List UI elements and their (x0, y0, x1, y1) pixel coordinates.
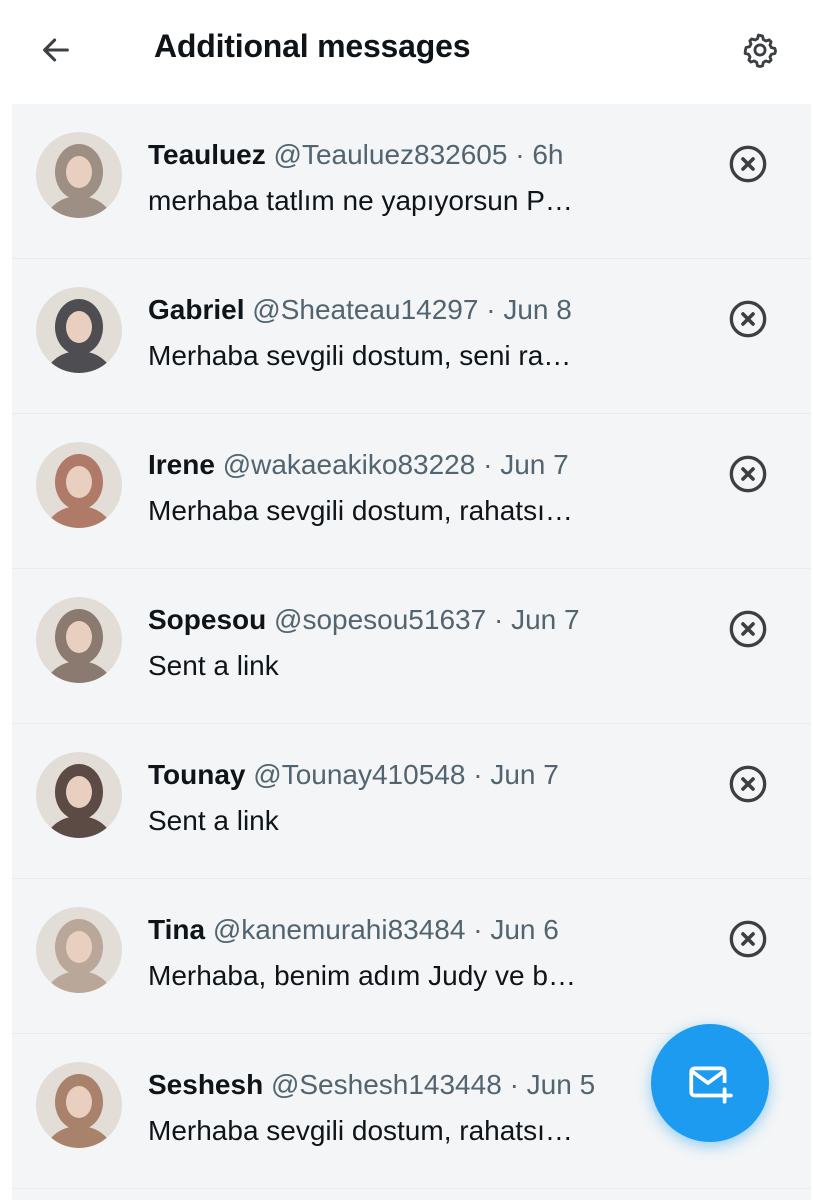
new-message-button[interactable] (651, 1024, 769, 1142)
conversation-header: Gabriel @Sheateau14297 · Jun 8 (148, 293, 572, 327)
conversation-header: Seshesh @Seshesh143448 · Jun 5 (148, 1068, 595, 1102)
message-preview: Merhaba sevgili dostum, rahatsı… (148, 495, 573, 526)
conversation-row[interactable]: Gabriel @Sheateau14297 · Jun 8 Merhaba s… (12, 259, 811, 414)
separator-dot: · (509, 1069, 519, 1100)
dismiss-button[interactable] (720, 291, 776, 347)
avatar-image (36, 752, 122, 838)
sender-handle: @Seshesh143448 (270, 1069, 502, 1100)
avatar[interactable] (36, 287, 122, 373)
conversation-header: Teauluez @Teauluez832605 · 6h (148, 138, 564, 172)
arrow-left-icon (43, 38, 69, 62)
new-message-icon (689, 1066, 733, 1104)
timestamp: Jun 8 (503, 294, 572, 325)
dismiss-button[interactable] (720, 446, 776, 502)
avatar-image (36, 597, 122, 683)
avatar-image (36, 132, 122, 218)
avatar-image (36, 442, 122, 528)
avatar[interactable] (36, 442, 122, 528)
close-circle-icon (729, 145, 767, 183)
message-preview: Sent a link (148, 805, 279, 836)
close-circle-icon (729, 765, 767, 803)
avatar[interactable] (36, 132, 122, 218)
message-preview: Merhaba sevgili dostum, rahatsı… (148, 1115, 573, 1146)
conversation-row[interactable]: Teauluez @Teauluez832605 · 6h merhaba ta… (12, 104, 811, 259)
sender-handle: @kanemurahi83484 (212, 914, 466, 945)
separator-dot: · (515, 139, 525, 170)
message-preview: Merhaba sevgili dostum, seni ra… (148, 340, 572, 371)
avatar[interactable] (36, 907, 122, 993)
avatar-image (36, 287, 122, 373)
sender-handle: @Tounay410548 (253, 759, 466, 790)
sender-name: Teauluez (148, 139, 266, 170)
message-preview: Merhaba, benim adım Judy ve b… (148, 960, 576, 991)
sender-handle: @Teauluez832605 (273, 139, 508, 170)
close-circle-icon (729, 455, 767, 493)
sender-name: Tounay (148, 759, 246, 790)
sender-name: Tina (148, 914, 206, 945)
sender-name: Seshesh (148, 1069, 264, 1100)
dismiss-button[interactable] (720, 601, 776, 657)
separator-dot: · (486, 294, 496, 325)
dismiss-button[interactable] (720, 136, 776, 192)
conversation-row[interactable]: Irene @wakaeakiko83228 · Jun 7 Merhaba s… (12, 414, 811, 569)
conversation-row[interactable]: Tounay @Tounay410548 · Jun 7 Sent a link (12, 724, 811, 879)
sender-handle: @sopesou51637 (274, 604, 487, 635)
sender-name: Irene (148, 449, 215, 480)
avatar-image (36, 907, 122, 993)
dismiss-button[interactable] (720, 911, 776, 967)
top-bar: Additional messages (0, 0, 813, 104)
conversation-header: Tina @kanemurahi83484 · Jun 6 (148, 913, 559, 947)
timestamp: Jun 7 (490, 759, 559, 790)
message-preview: Sent a link (148, 650, 279, 681)
close-circle-icon (729, 610, 767, 648)
close-circle-icon (729, 300, 767, 338)
timestamp: Jun 6 (490, 914, 559, 945)
dismiss-button[interactable] (720, 756, 776, 812)
avatar[interactable] (36, 597, 122, 683)
close-circle-icon (729, 920, 767, 958)
page-title: Additional messages (154, 28, 471, 64)
conversation-header: Sopesou @sopesou51637 · Jun 7 (148, 603, 580, 637)
separator-dot: · (483, 449, 493, 480)
conversation-header: Irene @wakaeakiko83228 · Jun 7 (148, 448, 569, 482)
avatar[interactable] (36, 1062, 122, 1148)
conversation-header: Tounay @Tounay410548 · Jun 7 (148, 758, 559, 792)
back-button[interactable] (32, 26, 80, 74)
conversation-row[interactable]: Tina @kanemurahi83484 · Jun 6 Merhaba, b… (12, 879, 811, 1034)
timestamp: Jun 5 (526, 1069, 596, 1100)
conversation-row[interactable]: Sopesou @sopesou51637 · Jun 7 Sent a lin… (12, 569, 811, 724)
sender-name: Sopesou (148, 604, 267, 635)
avatar-image (36, 1062, 122, 1148)
message-preview: merhaba tatlım ne yapıyorsun P… (148, 185, 573, 216)
timestamp: Jun 7 (511, 604, 580, 635)
separator-dot: · (493, 604, 504, 635)
separator-dot: · (473, 759, 483, 790)
timestamp: Jun 7 (500, 449, 569, 480)
sender-handle: @wakaeakiko83228 (222, 449, 476, 480)
settings-button[interactable] (736, 26, 784, 74)
separator-dot: · (473, 914, 483, 945)
sender-handle: @Sheateau14297 (252, 294, 479, 325)
timestamp: 6h (532, 139, 564, 170)
avatar[interactable] (36, 752, 122, 838)
sender-name: Gabriel (148, 294, 245, 325)
gear-icon (743, 33, 777, 68)
